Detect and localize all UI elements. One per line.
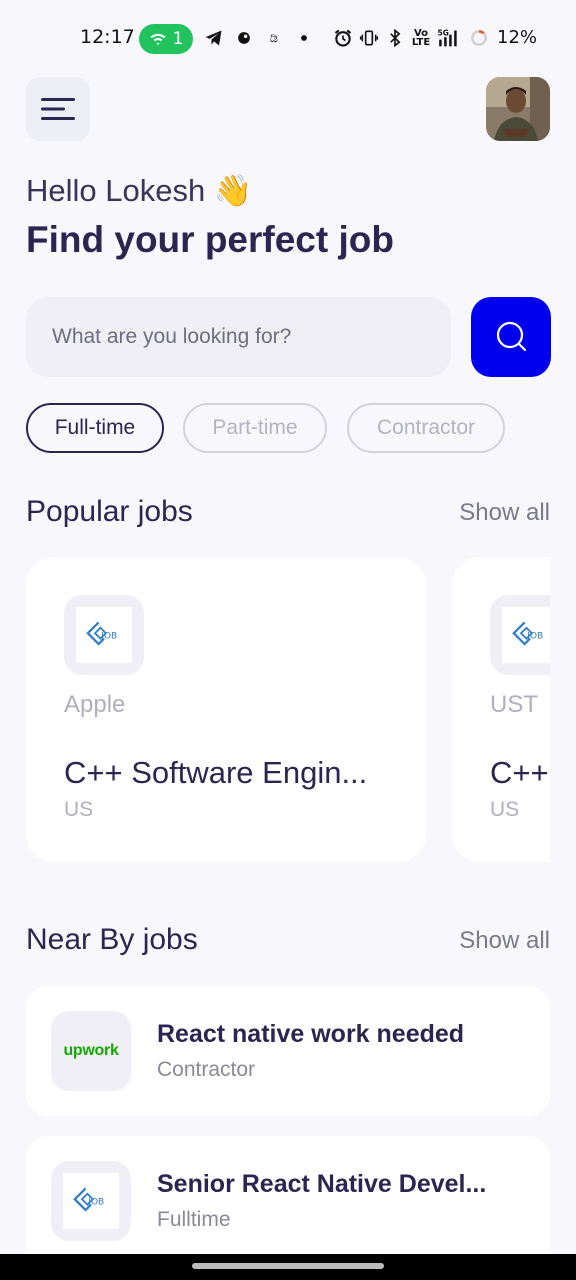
battery-percent: 12% <box>497 27 538 48</box>
search-input[interactable] <box>26 297 451 377</box>
job-location: US <box>64 798 94 821</box>
nearby-job-card[interactable]: upwork React native work needed Contract… <box>26 986 550 1116</box>
alarm-icon <box>333 28 353 48</box>
job-location: US <box>490 798 520 821</box>
bluetooth-icon <box>385 28 405 48</box>
battery-icon <box>469 28 489 48</box>
job-title: C++ <box>490 755 549 790</box>
job-title: React native work needed <box>157 1020 465 1048</box>
app-icon-2: ಡಿ <box>269 30 279 46</box>
profile-photo <box>486 77 550 141</box>
hotspot-count: 1 <box>172 29 184 49</box>
filter-chip-part-time[interactable]: Part-time <box>183 403 327 453</box>
filter-chip-full-time[interactable]: Full-time <box>26 403 164 453</box>
signal-5g-icon: 5G <box>437 28 463 48</box>
popular-job-card[interactable]: JOB Apple C++ Software Engin... US <box>26 557 426 862</box>
dot-icon <box>294 28 314 48</box>
popular-jobs-title: Popular jobs <box>26 495 193 528</box>
company-logo: upwork <box>51 1011 131 1091</box>
svg-text:JOB: JOB <box>526 632 543 642</box>
job-type: Fulltime <box>157 1208 231 1231</box>
nearby-show-all-link[interactable]: Show all <box>459 927 550 955</box>
job-logo-icon: JOB <box>73 1187 104 1212</box>
search-button[interactable] <box>471 297 551 377</box>
wifi-icon <box>150 33 166 45</box>
svg-text:5G: 5G <box>438 28 449 37</box>
vibrate-icon <box>359 28 379 48</box>
clock: 12:17 <box>80 26 135 48</box>
greeting-text: Hello Lokesh 👋 <box>26 173 253 208</box>
home-gesture-handle[interactable] <box>192 1263 384 1269</box>
job-logo-icon: JOB <box>512 621 543 646</box>
menu-button[interactable] <box>26 77 90 141</box>
job-type: Contractor <box>157 1058 256 1081</box>
filter-chip-contractor[interactable]: Contractor <box>347 403 505 453</box>
popular-show-all-link[interactable]: Show all <box>459 499 550 527</box>
job-logo-icon: JOB <box>86 621 117 646</box>
avatar[interactable] <box>486 77 550 141</box>
svg-text:JOB: JOB <box>100 632 117 642</box>
popular-job-card[interactable]: JOB UST C++ US <box>452 557 550 862</box>
company-name: UST <box>490 691 538 718</box>
search-icon <box>496 321 527 352</box>
nearby-jobs-title: Near By jobs <box>26 923 198 956</box>
company-logo: JOB <box>64 595 144 675</box>
hamburger-menu-icon <box>41 98 75 120</box>
job-title: C++ Software Engin... <box>64 755 368 790</box>
company-name: Apple <box>64 691 126 718</box>
svg-text:JOB: JOB <box>87 1198 104 1208</box>
hotspot-badge: 1 <box>139 24 193 54</box>
telegram-icon <box>204 28 224 48</box>
job-title: Senior React Native Devel... <box>157 1170 487 1198</box>
company-logo: JOB <box>490 595 550 675</box>
company-logo: JOB <box>51 1161 131 1241</box>
upwork-logo: upwork <box>63 1042 119 1059</box>
page-title: Find your perfect job <box>26 219 394 260</box>
popular-jobs-carousel[interactable]: JOB Apple C++ Software Engin... US JOB U… <box>26 557 550 863</box>
status-bar: 12:17 1 ಡಿ Vo LTE 5G 12% <box>0 22 576 56</box>
volte-icon: Vo LTE <box>411 27 431 48</box>
nearby-job-card[interactable]: JOB Senior React Native Devel... Fulltim… <box>26 1136 550 1254</box>
app-icon <box>234 28 254 48</box>
